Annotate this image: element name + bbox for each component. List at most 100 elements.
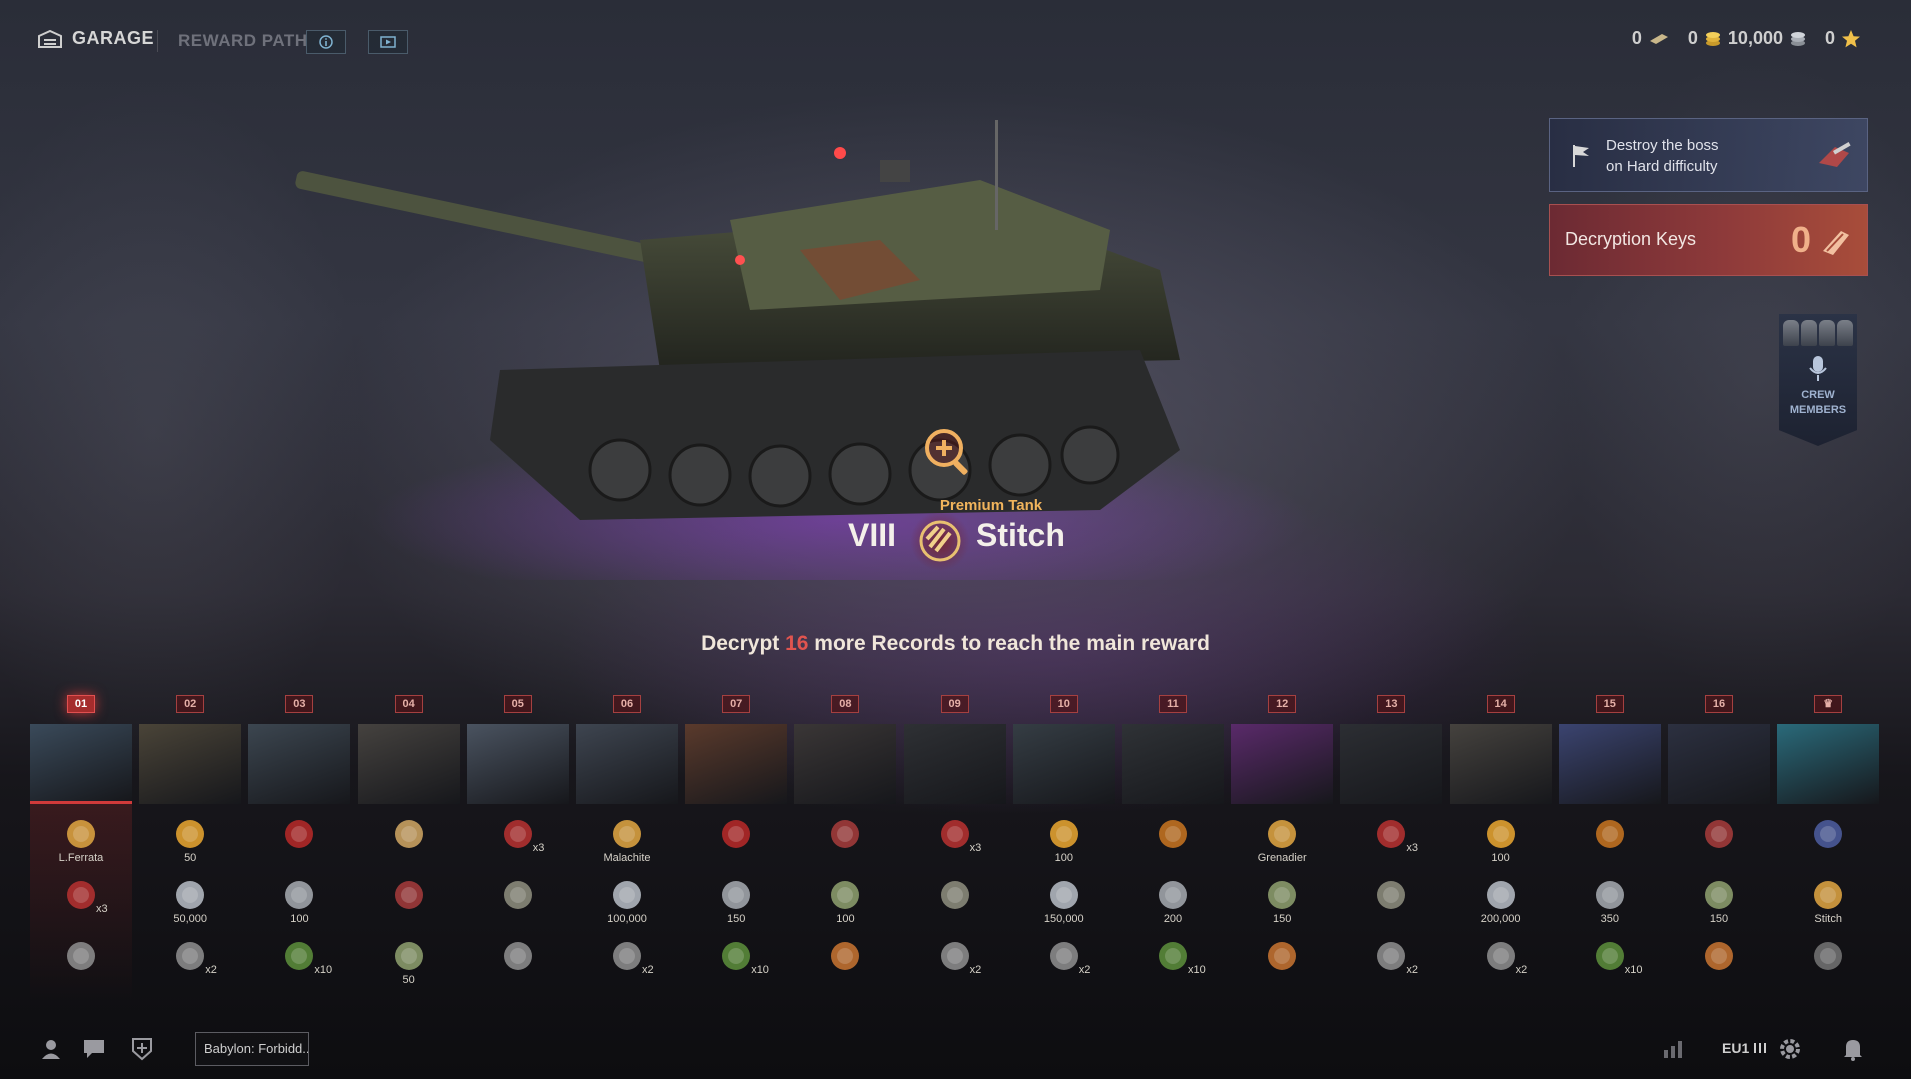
reward-slot[interactable]: x10 — [685, 938, 787, 990]
record-number-badge: 09 — [940, 695, 969, 713]
reward-slot[interactable] — [1777, 816, 1879, 868]
reward-slot[interactable] — [467, 877, 569, 929]
battle-mode-selector[interactable]: Babylon: Forbidd... — [195, 1032, 309, 1066]
tank-star-icon — [940, 942, 969, 970]
decryption-keys-card[interactable]: Decryption Keys 0 — [1549, 204, 1868, 276]
record-thumbnail[interactable] — [30, 724, 132, 804]
reward-slot[interactable]: x3 — [904, 816, 1006, 868]
stats-button[interactable] — [1660, 1036, 1686, 1062]
record-number-badge: 14 — [1486, 695, 1515, 713]
reward-slot[interactable]: x3 — [30, 877, 132, 929]
info-button[interactable] — [306, 30, 346, 54]
record-thumbnail[interactable] — [1668, 724, 1770, 804]
reward-caption: 50 — [402, 974, 415, 986]
platoon-button[interactable] — [129, 1036, 155, 1062]
reward-caption: 100 — [836, 913, 855, 925]
reward-slot[interactable]: 50 — [139, 816, 241, 868]
reward-slot[interactable]: 100 — [248, 877, 350, 929]
reward-slot[interactable] — [30, 938, 132, 990]
reward-slot[interactable] — [1668, 816, 1770, 868]
reward-slot[interactable]: 50,000 — [139, 877, 241, 929]
key-icon — [1823, 231, 1849, 255]
chat-button[interactable] — [81, 1036, 107, 1062]
crew-label-line1: CREW — [1801, 389, 1835, 401]
reward-slot[interactable]: 100,000 — [576, 877, 678, 929]
reward-multiplier: x2 — [642, 964, 654, 976]
server-selector[interactable]: EU1 — [1722, 1040, 1767, 1056]
video-icon — [380, 36, 396, 48]
reward-slot[interactable]: 50 — [358, 938, 460, 990]
zoom-icon[interactable] — [920, 424, 978, 482]
reward-slot[interactable] — [248, 816, 350, 868]
reward-slot[interactable]: x3 — [1340, 816, 1442, 868]
reward-slot[interactable]: Malachite — [576, 816, 678, 868]
mission-card[interactable]: Destroy the boss on Hard difficulty — [1549, 118, 1868, 192]
reward-slot[interactable] — [358, 877, 460, 929]
record-thumbnail[interactable] — [1340, 724, 1443, 804]
record-thumbnail[interactable] — [1449, 724, 1552, 804]
record-thumbnail[interactable] — [1558, 724, 1661, 804]
reward-slot[interactable] — [904, 877, 1006, 929]
reward-slot[interactable] — [1777, 938, 1879, 990]
reward-slot[interactable] — [358, 816, 460, 868]
reward-slot[interactable]: 200,000 — [1450, 877, 1552, 929]
record-thumbnail[interactable] — [1777, 724, 1880, 804]
reward-column: 16 150 — [1668, 692, 1770, 1002]
record-thumbnail[interactable] — [466, 724, 569, 804]
record-thumbnail[interactable] — [139, 724, 242, 804]
record-thumbnail[interactable] — [1231, 724, 1334, 804]
profile-button[interactable] — [38, 1036, 64, 1062]
reward-slot[interactable]: x10 — [1559, 938, 1661, 990]
reward-slot[interactable] — [1122, 816, 1224, 868]
reward-slot[interactable] — [685, 816, 787, 868]
booster-icon — [503, 820, 532, 848]
reward-slot[interactable]: 100 — [794, 877, 896, 929]
reward-slot[interactable] — [467, 938, 569, 990]
reward-slot[interactable]: x2 — [139, 938, 241, 990]
record-number-badge: 11 — [1159, 695, 1187, 713]
reward-slot[interactable]: 150 — [1668, 877, 1770, 929]
reward-slot[interactable]: 350 — [1559, 877, 1661, 929]
reward-path-tab[interactable]: REWARD PATH — [178, 31, 308, 51]
reward-slot[interactable]: x2 — [1340, 938, 1442, 990]
reward-slot[interactable]: 150 — [685, 877, 787, 929]
record-thumbnail[interactable] — [903, 724, 1006, 804]
reward-slot[interactable] — [1231, 938, 1333, 990]
reward-slot[interactable] — [1668, 938, 1770, 990]
reward-slot[interactable]: x10 — [1122, 938, 1224, 990]
reward-slot[interactable]: 100 — [1450, 816, 1552, 868]
cash-icon — [831, 881, 860, 909]
reward-slot[interactable]: 150,000 — [1013, 877, 1115, 929]
battery-icon — [1159, 942, 1187, 970]
reward-caption: 50,000 — [173, 913, 208, 925]
record-thumbnail[interactable] — [1012, 724, 1115, 804]
garage-tab[interactable]: GARAGE — [38, 28, 154, 49]
record-thumbnail[interactable] — [685, 724, 788, 804]
reward-slot[interactable]: 100 — [1013, 816, 1115, 868]
record-thumbnail[interactable] — [357, 724, 460, 804]
video-button[interactable] — [368, 30, 408, 54]
reward-slot[interactable]: 200 — [1122, 877, 1224, 929]
reward-slot[interactable]: x10 — [248, 938, 350, 990]
reward-slot[interactable] — [794, 816, 896, 868]
record-thumbnail[interactable] — [248, 724, 351, 804]
book-icon — [831, 820, 860, 848]
reward-slot[interactable]: x2 — [904, 938, 1006, 990]
record-thumbnail[interactable] — [1122, 724, 1224, 804]
reward-slot[interactable]: x2 — [1450, 938, 1552, 990]
reward-slot[interactable]: 150 — [1231, 877, 1333, 929]
reward-slot[interactable]: x3 — [467, 816, 569, 868]
reward-slot[interactable] — [794, 938, 896, 990]
reward-slot[interactable]: Stitch — [1777, 877, 1879, 929]
settings-button[interactable] — [1777, 1036, 1803, 1062]
crew-members-button[interactable]: CREW MEMBERS — [1779, 314, 1857, 446]
reward-slot[interactable] — [1559, 816, 1661, 868]
notifications-button[interactable] — [1840, 1036, 1866, 1062]
reward-slot[interactable] — [1340, 877, 1442, 929]
reward-slot[interactable]: x2 — [1013, 938, 1115, 990]
record-thumbnail[interactable] — [794, 724, 897, 804]
reward-slot[interactable]: Grenadier — [1231, 816, 1333, 868]
reward-slot[interactable]: x2 — [576, 938, 678, 990]
record-thumbnail[interactable] — [576, 724, 678, 804]
reward-slot[interactable]: L.Ferrata — [30, 816, 132, 868]
